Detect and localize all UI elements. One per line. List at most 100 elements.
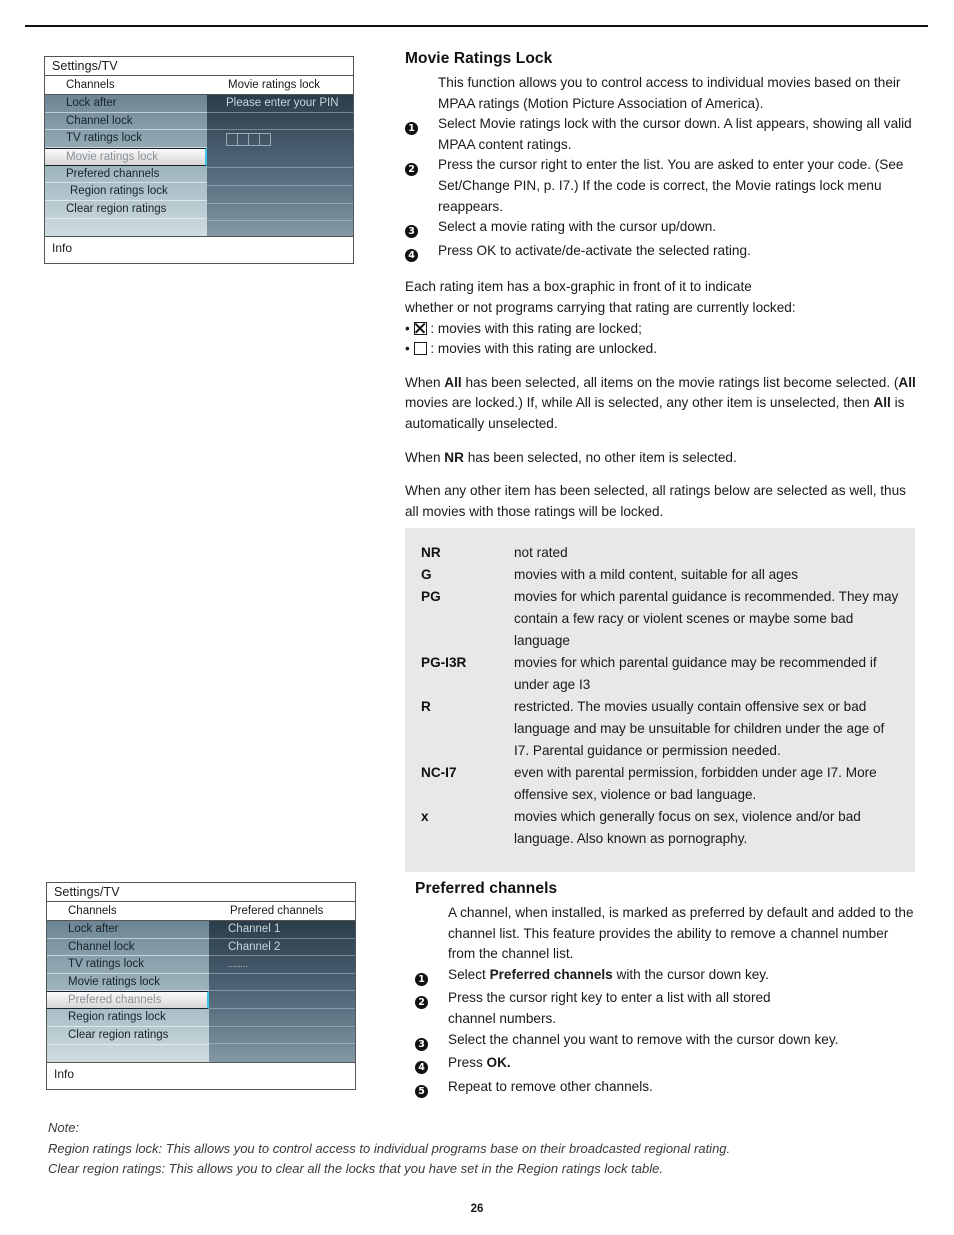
bullet-dot: • [405, 320, 410, 336]
tv2-menu-item-5[interactable]: Region ratings lock [47, 1009, 209, 1027]
mrl-step-4-text: Press OK to activate/de-activate the sel… [438, 242, 751, 258]
tv2-menu-item-empty [47, 1045, 209, 1063]
tv1-menu-item-5[interactable]: Region ratings lock [45, 183, 207, 201]
paragraph-other-items: When any other item has been selected, a… [405, 483, 906, 519]
note-label: Note: [48, 1120, 80, 1135]
preferred-channels-heading: Preferred channels [415, 880, 558, 897]
unlocked-box-bullet-row: • : movies with this rating are unlocked… [405, 339, 917, 360]
tv1-panels: Lock after Channel lock TV ratings lock … [45, 95, 353, 236]
rating-code: PG [421, 589, 441, 604]
tv1-menu-item-2[interactable]: TV ratings lock [45, 130, 207, 148]
tv2-channel-item-0[interactable]: Channel 1 [209, 921, 355, 939]
tv-menu-screenshot-movie-ratings: Settings/TV Channels Movie ratings lock … [44, 56, 354, 264]
p-all-3: movies are locked.) If, while All is sel… [405, 395, 874, 411]
tv1-menu-item-6[interactable]: Clear region ratings [45, 201, 207, 219]
rating-code: PG-I3R [421, 655, 467, 670]
tv2-menu-item-4-selected[interactable]: Prefered channels [47, 991, 209, 1010]
tv1-pin-panel[interactable]: Please enter your PIN [207, 95, 353, 236]
bullet-dot: • [405, 341, 410, 357]
tv1-right-row-blank-6 [207, 221, 353, 239]
numbered-bullet-icon: 4 [415, 1061, 428, 1075]
pc-step-4: 4 Press OK. [415, 1053, 915, 1077]
tv1-pin-entry[interactable] [207, 133, 353, 151]
mrl-step-3-text: Select a movie rating with the cursor up… [438, 219, 717, 235]
pc-step-4-pre: Press [448, 1055, 487, 1071]
rating-description: movies for which parental guidance may b… [514, 655, 877, 692]
pc-step-1-text: Select Preferred channels with the curso… [448, 965, 915, 989]
pc-step-4-text: Press OK. [448, 1053, 915, 1077]
mrl-step-2: 2 Press the cursor right to enter the li… [405, 155, 917, 217]
tv2-channels-menu[interactable]: Lock after Channel lock TV ratings lock … [47, 921, 209, 1062]
numbered-bullet-icon: 3 [405, 225, 418, 239]
tv2-left-column-header: Channels [68, 905, 117, 917]
p-all-bold-2: All [898, 374, 916, 390]
tv1-menu-item-4[interactable]: Prefered channels [45, 166, 207, 184]
mrl-step-3: 3 Select a movie rating with the cursor … [405, 217, 917, 241]
tv1-menu-item-3-selected[interactable]: Movie ratings lock [45, 147, 207, 166]
rating-code: G [421, 567, 432, 582]
movie-ratings-lock-intro: This function allows you to control acce… [438, 75, 901, 111]
tv2-menu-item-1[interactable]: Channel lock [47, 939, 209, 957]
p-nr-bold: NR [444, 449, 464, 465]
pc-step-1-bold: Preferred channels [489, 966, 613, 982]
pc-step-4-number: 4 [415, 1053, 448, 1077]
numbered-bullet-icon: 2 [415, 996, 428, 1010]
rating-description: even with parental permission, forbidden… [514, 765, 877, 802]
tv1-menu-item-1[interactable]: Channel lock [45, 113, 207, 131]
tv2-panels: Lock after Channel lock TV ratings lock … [47, 921, 355, 1062]
pc-step-5-number: 5 [415, 1077, 448, 1101]
tv1-right-row-blank-5 [207, 204, 353, 222]
mpaa-ratings-table: NR not rated G movies with a mild conten… [405, 528, 915, 872]
tv-menu-title-2: Settings/TV [47, 883, 355, 902]
tv2-menu-item-2[interactable]: TV ratings lock [47, 956, 209, 974]
rating-code: NR [421, 545, 441, 560]
note-line-1: Region ratings lock: This allows you to … [48, 1140, 731, 1156]
tv2-menu-item-3[interactable]: Movie ratings lock [47, 974, 209, 992]
tv2-channel-list-panel[interactable]: Channel 1 Channel 2 ........ [209, 921, 355, 1062]
rating-row-nr: NR not rated [421, 542, 899, 564]
page-header-rule [25, 25, 928, 27]
p-nr-2: has been selected, no other item is sele… [463, 449, 737, 465]
pc-step-1-number: 1 [415, 965, 448, 989]
paragraph-nr: When NR has been selected, no other item… [405, 448, 917, 469]
pc-step-5-text: Repeat to remove other channels. [448, 1078, 653, 1094]
tv1-right-row-blank-1 [207, 113, 353, 131]
tv2-right-row-blank-1 [209, 974, 355, 992]
pc-step-2-number: 2 [415, 988, 448, 1029]
pc-step-3-number: 3 [415, 1030, 448, 1054]
pc-step-4-bold: OK. [486, 1055, 511, 1071]
tv2-right-column-header: Prefered channels [230, 905, 324, 917]
p-all-bold-1: All [444, 374, 462, 390]
box-graphic-intro-line-2: whether or not programs carrying that ra… [405, 299, 796, 315]
rating-code: NC-I7 [421, 765, 457, 780]
tv2-right-row-blank-3 [209, 1009, 355, 1027]
tv2-menu-item-0[interactable]: Lock after [47, 921, 209, 939]
tv2-channel-item-2[interactable]: ........ [209, 956, 355, 974]
tv2-menu-item-6[interactable]: Clear region ratings [47, 1027, 209, 1045]
tv2-right-row-blank-4 [209, 1027, 355, 1045]
tv1-right-column-header: Movie ratings lock [228, 79, 321, 91]
pc-step-5: 5 Repeat to remove other channels. [415, 1077, 915, 1101]
tv2-channel-item-1[interactable]: Channel 2 [209, 939, 355, 957]
footer-note: Note: Region ratings lock: This allows y… [48, 1118, 908, 1180]
mrl-step-4-number: 4 [405, 241, 438, 265]
mrl-step-3-number: 3 [405, 217, 438, 241]
pin-cell-4[interactable] [259, 133, 271, 147]
mrl-step-2-text: Press the cursor right to enter the list… [438, 157, 904, 214]
empty-box-icon [413, 342, 427, 356]
tv-menu-screenshot-preferred-channels: Settings/TV Channels Prefered channels L… [46, 882, 356, 1090]
tv1-menu-item-0[interactable]: Lock after [45, 95, 207, 113]
locked-box-bullet-text: : movies with this rating are locked; [430, 320, 642, 336]
p-all-bold-3: All [873, 395, 891, 411]
mrl-step-1-number: 1 [405, 114, 438, 155]
note-line-2: Clear region ratings: This allows you to… [48, 1161, 663, 1176]
rating-description: not rated [514, 545, 568, 560]
tv1-right-row-blank-4 [207, 186, 353, 204]
tv2-info-bar: Info [47, 1062, 355, 1089]
locked-box-bullet-row: • : movies with this rating are locked; [405, 319, 917, 340]
pc-step-1-pre: Select [448, 966, 490, 982]
rating-description: movies with a mild content, suitable for… [514, 567, 799, 582]
pc-step-2: 2 Press the cursor right key to enter a … [415, 988, 915, 1029]
mrl-step-4: 4 Press OK to activate/de-activate the s… [405, 241, 917, 265]
tv1-channels-menu[interactable]: Lock after Channel lock TV ratings lock … [45, 95, 207, 236]
